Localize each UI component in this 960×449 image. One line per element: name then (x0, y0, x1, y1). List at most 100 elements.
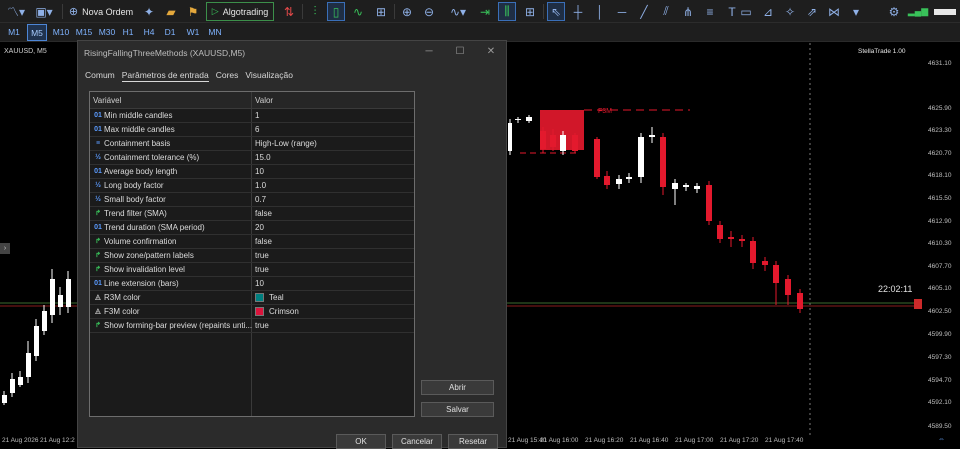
new-order-button[interactable]: ⊕ Nova Ordem (68, 2, 134, 21)
tile-windows-icon[interactable]: ⊞ (521, 2, 539, 21)
elliott-icon[interactable]: ⋈ (825, 2, 843, 21)
tab-inputs[interactable]: Parâmetros de entrada (121, 70, 209, 82)
load-button[interactable]: Abrir (421, 380, 494, 395)
input-value[interactable]: 20 (255, 223, 264, 232)
tab-colors[interactable]: Cores (216, 70, 239, 82)
input-row[interactable]: ≡ Containment basis High-Low (range) (90, 137, 414, 151)
input-value[interactable]: false (255, 237, 272, 246)
chart-shift-icon[interactable]: ⫼ (498, 2, 516, 21)
candle (638, 137, 644, 177)
pitchfork-icon[interactable]: ⋔ (679, 2, 697, 21)
tf-m5[interactable]: M5 (27, 24, 47, 41)
cursor-icon[interactable]: ⇖ (547, 2, 565, 21)
crosshair-icon[interactable]: ┼ (569, 2, 587, 21)
input-value[interactable]: true (255, 321, 269, 330)
input-value[interactable]: 0.7 (255, 195, 266, 204)
input-value[interactable]: 6 (255, 125, 259, 134)
input-row[interactable]: 01 Trend duration (SMA period) 20 (90, 221, 414, 235)
label-icon[interactable]: ▭ (737, 2, 755, 21)
tf-m10[interactable]: M10 (50, 24, 72, 41)
alert-icon[interactable]: ⚙ (885, 2, 903, 21)
algotrading-button[interactable]: ▷ Algotrading (206, 2, 274, 21)
input-row[interactable]: ↱ Show forming-bar preview (repaints unti… (90, 319, 414, 333)
tf-m30[interactable]: M30 (96, 24, 118, 41)
input-value[interactable]: Crimson (269, 307, 299, 316)
zoom-in-icon[interactable]: ⊕ (398, 2, 416, 21)
scroll-left-icon[interactable]: › (0, 243, 10, 254)
cancel-button[interactable]: Cancelar (392, 434, 442, 449)
color-swatch[interactable] (255, 293, 264, 302)
save-button[interactable]: Salvar (421, 402, 494, 417)
grid-toggle-icon[interactable]: ⊞ (372, 2, 390, 21)
input-row[interactable]: ½ Containment tolerance (%) 15.0 (90, 151, 414, 165)
minimize-icon[interactable]: ─ (422, 45, 436, 59)
templates-icon[interactable]: ▣▾ (32, 2, 56, 21)
color-swatch[interactable] (255, 307, 264, 316)
arrows-icon[interactable]: ⇗ (803, 2, 821, 21)
folder-icon[interactable]: ▰ (162, 2, 180, 21)
bar-countdown: 22:02:11 (878, 284, 913, 294)
input-row[interactable]: ◬ R3M color Teal (90, 291, 414, 305)
input-name: Containment basis (104, 139, 171, 148)
maximize-icon[interactable]: ☐ (453, 45, 467, 59)
color-icon: ◬ (95, 308, 101, 315)
input-row[interactable]: 01 Min middle candles 1 (90, 109, 414, 123)
int-icon: 01 (94, 168, 102, 175)
input-value[interactable]: 10 (255, 167, 264, 176)
signals-icon[interactable]: ✦ (140, 2, 158, 21)
tf-m15[interactable]: M15 (73, 24, 95, 41)
ask-price-marker (914, 299, 922, 309)
input-row[interactable]: ↱ Trend filter (SMA) false (90, 207, 414, 221)
indicators-icon[interactable]: ∿▾ (446, 2, 470, 21)
input-value[interactable]: 1 (255, 111, 259, 120)
input-row[interactable]: 01 Average body length 10 (90, 165, 414, 179)
auto-scroll-icon[interactable]: ⇥ (476, 2, 494, 21)
int-icon: 01 (94, 224, 102, 231)
input-value[interactable]: 15.0 (255, 153, 271, 162)
tf-h1[interactable]: H1 (119, 24, 137, 41)
zoom-out-icon[interactable]: ⊖ (420, 2, 438, 21)
chart-type-icon[interactable]: 〽▾ (4, 2, 28, 21)
fibonacci-icon[interactable]: ≡ (701, 2, 719, 21)
input-value[interactable]: false (255, 209, 272, 218)
tf-m1[interactable]: M1 (4, 24, 24, 41)
close-icon[interactable]: ✕ (484, 45, 498, 59)
input-row[interactable]: 01 Line extension (bars) 10 (90, 277, 414, 291)
ok-button[interactable]: OK (336, 434, 386, 449)
trendline-icon[interactable]: ╱ (635, 2, 653, 21)
gann-icon[interactable]: ⊿ (759, 2, 777, 21)
tf-w1[interactable]: W1 (183, 24, 203, 41)
tab-visualization[interactable]: Visualização (245, 70, 293, 82)
input-value[interactable]: High-Low (range) (255, 139, 317, 148)
input-value[interactable]: true (255, 251, 269, 260)
input-row[interactable]: ½ Small body factor 0.7 (90, 193, 414, 207)
input-row[interactable]: ◬ F3M color Crimson (90, 305, 414, 319)
tf-d1[interactable]: D1 (161, 24, 179, 41)
input-value[interactable]: 1.0 (255, 181, 266, 190)
candlestick-chart-icon[interactable]: ▯ (327, 2, 345, 21)
price-scale[interactable]: 4631.10 4625.90 4623.30 4620.70 4618.10 … (922, 43, 960, 448)
input-row[interactable]: 01 Max middle candles 6 (90, 123, 414, 137)
input-value[interactable]: 10 (255, 279, 264, 288)
input-row[interactable]: ½ Long body factor 1.0 (90, 179, 414, 193)
strategy-icon[interactable]: ⚑ (184, 2, 202, 21)
horizontal-line-icon[interactable]: ─ (613, 2, 631, 21)
input-row[interactable]: ↱ Show invalidation level true (90, 263, 414, 277)
price-label: 4599.90 (928, 331, 952, 338)
reset-button[interactable]: Resetar (448, 434, 498, 449)
vertical-line-icon[interactable]: │ (591, 2, 609, 21)
tab-common[interactable]: Comum (85, 70, 115, 82)
bar-chart-icon[interactable]: ⫶ (306, 2, 324, 21)
shapes-icon[interactable]: ✧ (781, 2, 799, 21)
line-chart-icon[interactable]: ∿ (349, 2, 367, 21)
channel-icon[interactable]: ⫽ (657, 2, 675, 21)
input-row[interactable]: ↱ Show zone/pattern labels true (90, 249, 414, 263)
input-value[interactable]: Teal (269, 293, 284, 302)
candle (42, 311, 47, 331)
more-tools-icon[interactable]: ▾ (847, 2, 865, 21)
input-value[interactable]: true (255, 265, 269, 274)
one-click-trading-icon[interactable]: ⇅ (280, 2, 298, 21)
tf-h4[interactable]: H4 (140, 24, 158, 41)
input-row[interactable]: ↱ Volume confirmation false (90, 235, 414, 249)
tf-mn[interactable]: MN (205, 24, 225, 41)
